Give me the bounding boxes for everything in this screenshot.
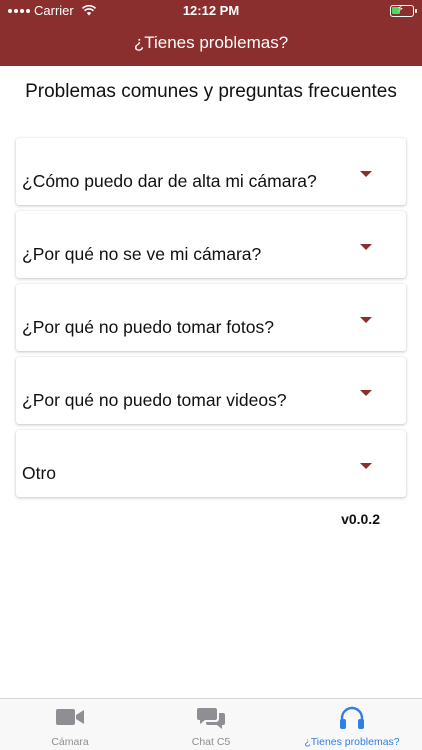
faq-question: Otro <box>22 463 57 483</box>
caret-down-icon[interactable] <box>360 463 372 469</box>
page-title: ¿Tienes problemas? <box>133 33 289 52</box>
faq-question: ¿Por qué no puedo tomar videos? <box>22 390 287 410</box>
tab-chat[interactable]: Chat C5 <box>141 699 281 750</box>
headphones-icon <box>340 706 364 729</box>
status-time: 12:12 PM <box>182 3 240 18</box>
faq-question: ¿Cómo puedo dar de alta mi cámara? <box>22 171 317 191</box>
battery-icon: ⚡ <box>390 4 417 17</box>
tab-camera[interactable]: Cámara <box>0 699 140 750</box>
tab-help[interactable]: ¿Tienes problemas? <box>282 699 422 750</box>
faq-item-other[interactable]: Otro <box>16 430 406 497</box>
faq-item-cannot-take-videos[interactable]: ¿Por qué no puedo tomar videos? <box>16 357 406 424</box>
tab-bar: Cámara Chat C5 ¿Tienes problemas? <box>0 698 422 750</box>
faq-item-camera-not-visible[interactable]: ¿Por qué no se ve mi cámara? <box>16 211 406 278</box>
faq-item-register-camera[interactable]: ¿Cómo puedo dar de alta mi cámara? <box>16 138 406 205</box>
caret-down-icon[interactable] <box>360 171 372 177</box>
caret-down-icon[interactable] <box>360 244 372 250</box>
tab-label: Chat C5 <box>191 736 231 748</box>
faq-question: ¿Por qué no puedo tomar fotos? <box>22 317 274 337</box>
tab-label: Cámara <box>51 736 89 748</box>
status-bar: Carrier 12:12 PM ⚡ <box>0 0 422 22</box>
help-screen: Carrier 12:12 PM ⚡ ¿Tienes problemas? Pr… <box>0 0 422 750</box>
caret-down-icon[interactable] <box>360 390 372 396</box>
faq-list: ¿Cómo puedo dar de alta mi cámara? ¿Por … <box>16 138 406 503</box>
faq-question: ¿Por qué no se ve mi cámara? <box>22 244 262 264</box>
tab-label: ¿Tienes problemas? <box>304 736 400 748</box>
top-bar: Carrier 12:12 PM ⚡ ¿Tienes problemas? <box>0 0 422 66</box>
chat-bubbles-icon <box>197 708 225 729</box>
app-version: v0.0.2 <box>341 511 380 527</box>
faq-section-title: Problemas comunes y preguntas frecuentes <box>25 81 397 102</box>
video-camera-icon <box>56 709 84 725</box>
faq-item-cannot-take-photos[interactable]: ¿Por qué no puedo tomar fotos? <box>16 284 406 351</box>
caret-down-icon[interactable] <box>360 317 372 323</box>
